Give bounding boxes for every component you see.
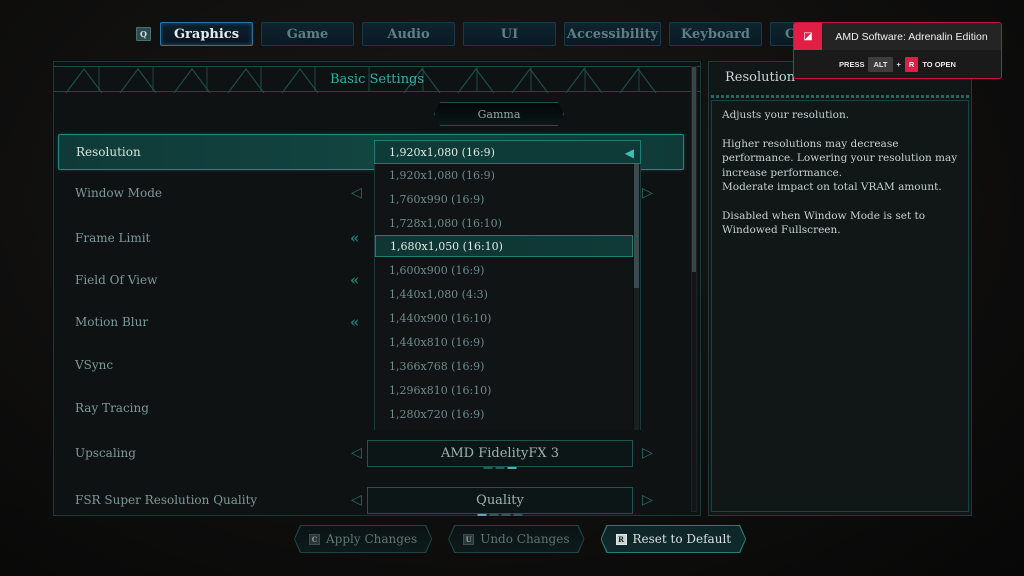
- setting-label: FSR Super Resolution Quality: [75, 493, 258, 507]
- slider-decrease-icon[interactable]: «: [350, 314, 360, 330]
- setting-label: Ray Tracing: [75, 401, 149, 415]
- arrow-right-icon[interactable]: ▷: [642, 186, 653, 200]
- option-pager: [477, 513, 523, 516]
- undo-changes-label: Undo Changes: [480, 532, 570, 546]
- panel-title: Basic Settings: [329, 71, 425, 87]
- resolution-option[interactable]: 1,728x1,080 (16:10): [375, 212, 633, 234]
- tab-accessibility[interactable]: Accessibility: [564, 22, 661, 46]
- resolution-option[interactable]: 1,600x900 (16:9): [375, 259, 633, 281]
- arrow-right-icon[interactable]: ▷: [642, 446, 653, 460]
- r-key-badge: R: [904, 56, 919, 72]
- pager-dot: [495, 466, 505, 469]
- apply-changes-wrap: C Apply Changes: [295, 526, 431, 552]
- resolution-option[interactable]: 1,366x768 (16:9): [375, 355, 633, 377]
- slider-decrease-icon[interactable]: «: [350, 230, 360, 246]
- amd-overlay-title: AMD Software: Adrenalin Edition: [835, 30, 988, 43]
- reset-to-default-label: Reset to Default: [632, 532, 732, 546]
- resolution-current-value: 1,920x1,080 (16:9): [389, 145, 495, 159]
- dropdown-scrollbar[interactable]: [633, 164, 639, 430]
- pager-dot-active: [507, 466, 517, 469]
- setting-row-upscaling[interactable]: Upscaling ◁ AMD FidelityFX 3 ▷: [58, 435, 684, 471]
- key-hint-u: U: [463, 534, 474, 545]
- resolution-option[interactable]: 1,280x720 (16:9): [375, 403, 633, 425]
- resolution-option-highlighted[interactable]: 1,680x1,050 (16:10): [375, 235, 633, 257]
- arrow-left-icon[interactable]: ◁: [351, 446, 362, 460]
- arrow-left-icon[interactable]: ◁: [351, 493, 362, 507]
- resolution-option[interactable]: 1,920x1,080 (16:9): [375, 164, 633, 186]
- tab-game[interactable]: Game: [261, 22, 354, 46]
- key-hint-c: C: [309, 534, 320, 545]
- amd-overlay-notification[interactable]: ◪ AMD Software: Adrenalin Edition PRESS …: [793, 22, 1002, 79]
- key-hint-r: R: [616, 534, 627, 545]
- fsr-quality-value[interactable]: Quality: [367, 486, 633, 516]
- resolution-options-list: 1,920x1,080 (16:9) 1,760x990 (16:9) 1,72…: [374, 164, 641, 430]
- setting-label: Motion Blur: [75, 315, 149, 329]
- resolution-option[interactable]: 1,760x990 (16:9): [375, 188, 633, 210]
- panel-header: Basic Settings: [54, 66, 700, 93]
- description-panel: Resolution Adjusts your resolution. High…: [708, 61, 972, 516]
- gamma-button[interactable]: Gamma: [434, 102, 564, 126]
- upscaling-value[interactable]: AMD FidelityFX 3: [367, 439, 633, 469]
- reset-to-default-button[interactable]: R Reset to Default: [602, 526, 746, 552]
- pager-dot: [501, 513, 511, 516]
- amd-overlay-header: ◪ AMD Software: Adrenalin Edition: [794, 23, 1001, 50]
- description-line: Higher resolutions may decrease performa…: [722, 137, 958, 179]
- description-line: Moderate impact on total VRAM amount.: [722, 181, 942, 193]
- tab-keyboard[interactable]: Keyboard: [669, 22, 762, 46]
- footer-actions: C Apply Changes U Undo Changes R Reset t…: [295, 526, 745, 552]
- description-title: Resolution: [725, 70, 796, 85]
- description-body: Adjusts your resolution. Higher resoluti…: [722, 108, 967, 252]
- arrow-right-icon[interactable]: ▷: [642, 493, 653, 507]
- divider: [711, 95, 969, 98]
- scrollbar-thumb[interactable]: [692, 67, 696, 272]
- setting-label: Frame Limit: [75, 231, 151, 245]
- plus-text: +: [896, 59, 901, 69]
- setting-label: Field Of View: [75, 273, 158, 287]
- setting-label: VSync: [75, 358, 114, 372]
- settings-tab-bar: Q Graphics Game Audio UI Accessibility K…: [136, 22, 818, 46]
- slider-decrease-icon[interactable]: «: [350, 272, 360, 288]
- resolution-option[interactable]: 1,440x900 (16:10): [375, 307, 633, 329]
- pager-dot: [483, 466, 493, 469]
- undo-changes-wrap: U Undo Changes: [449, 526, 583, 552]
- caret-left-icon: ◀: [624, 146, 634, 160]
- resolution-option[interactable]: 1,296x810 (16:10): [375, 379, 633, 401]
- pager-dot: [513, 513, 523, 516]
- apply-changes-button[interactable]: C Apply Changes: [295, 526, 431, 552]
- press-text: PRESS: [839, 59, 865, 69]
- setting-row-fsr-quality[interactable]: FSR Super Resolution Quality ◁ Quality ▷: [58, 482, 684, 518]
- undo-changes-button[interactable]: U Undo Changes: [449, 526, 583, 552]
- resolution-option[interactable]: 1,440x810 (16:9): [375, 331, 633, 353]
- option-pager: [483, 466, 517, 469]
- settings-scrollbar[interactable]: [691, 66, 697, 512]
- tab-audio[interactable]: Audio: [362, 22, 455, 46]
- prev-tab-key-hint[interactable]: Q: [136, 27, 151, 41]
- reset-default-wrap: R Reset to Default: [602, 526, 746, 552]
- setting-label: Resolution: [76, 145, 141, 159]
- apply-changes-label: Apply Changes: [326, 532, 418, 546]
- dropdown-scrollbar-thumb[interactable]: [634, 164, 639, 288]
- setting-label: Upscaling: [75, 446, 136, 460]
- tab-graphics[interactable]: Graphics: [160, 22, 253, 46]
- amd-logo-icon: ◪: [794, 23, 822, 50]
- to-open-text: TO OPEN: [922, 59, 956, 69]
- alt-key-badge: ALT: [868, 56, 893, 72]
- description-line: Disabled when Window Mode is set to Wind…: [722, 209, 926, 237]
- resolution-dropdown[interactable]: 1,920x1,080 (16:9) ◀: [374, 140, 641, 164]
- resolution-option[interactable]: 1,440x1,080 (4:3): [375, 283, 633, 305]
- pager-dot: [489, 513, 499, 516]
- arrow-left-icon[interactable]: ◁: [351, 186, 362, 200]
- description-line: Adjusts your resolution.: [722, 109, 850, 121]
- fsr-quality-value-text: Quality: [476, 492, 524, 508]
- amd-overlay-hint: PRESS ALT + R TO OPEN: [794, 50, 1001, 78]
- upscaling-value-text: AMD FidelityFX 3: [440, 445, 559, 461]
- pager-dot-active: [477, 513, 487, 516]
- setting-label: Window Mode: [75, 186, 162, 200]
- tab-ui[interactable]: UI: [463, 22, 556, 46]
